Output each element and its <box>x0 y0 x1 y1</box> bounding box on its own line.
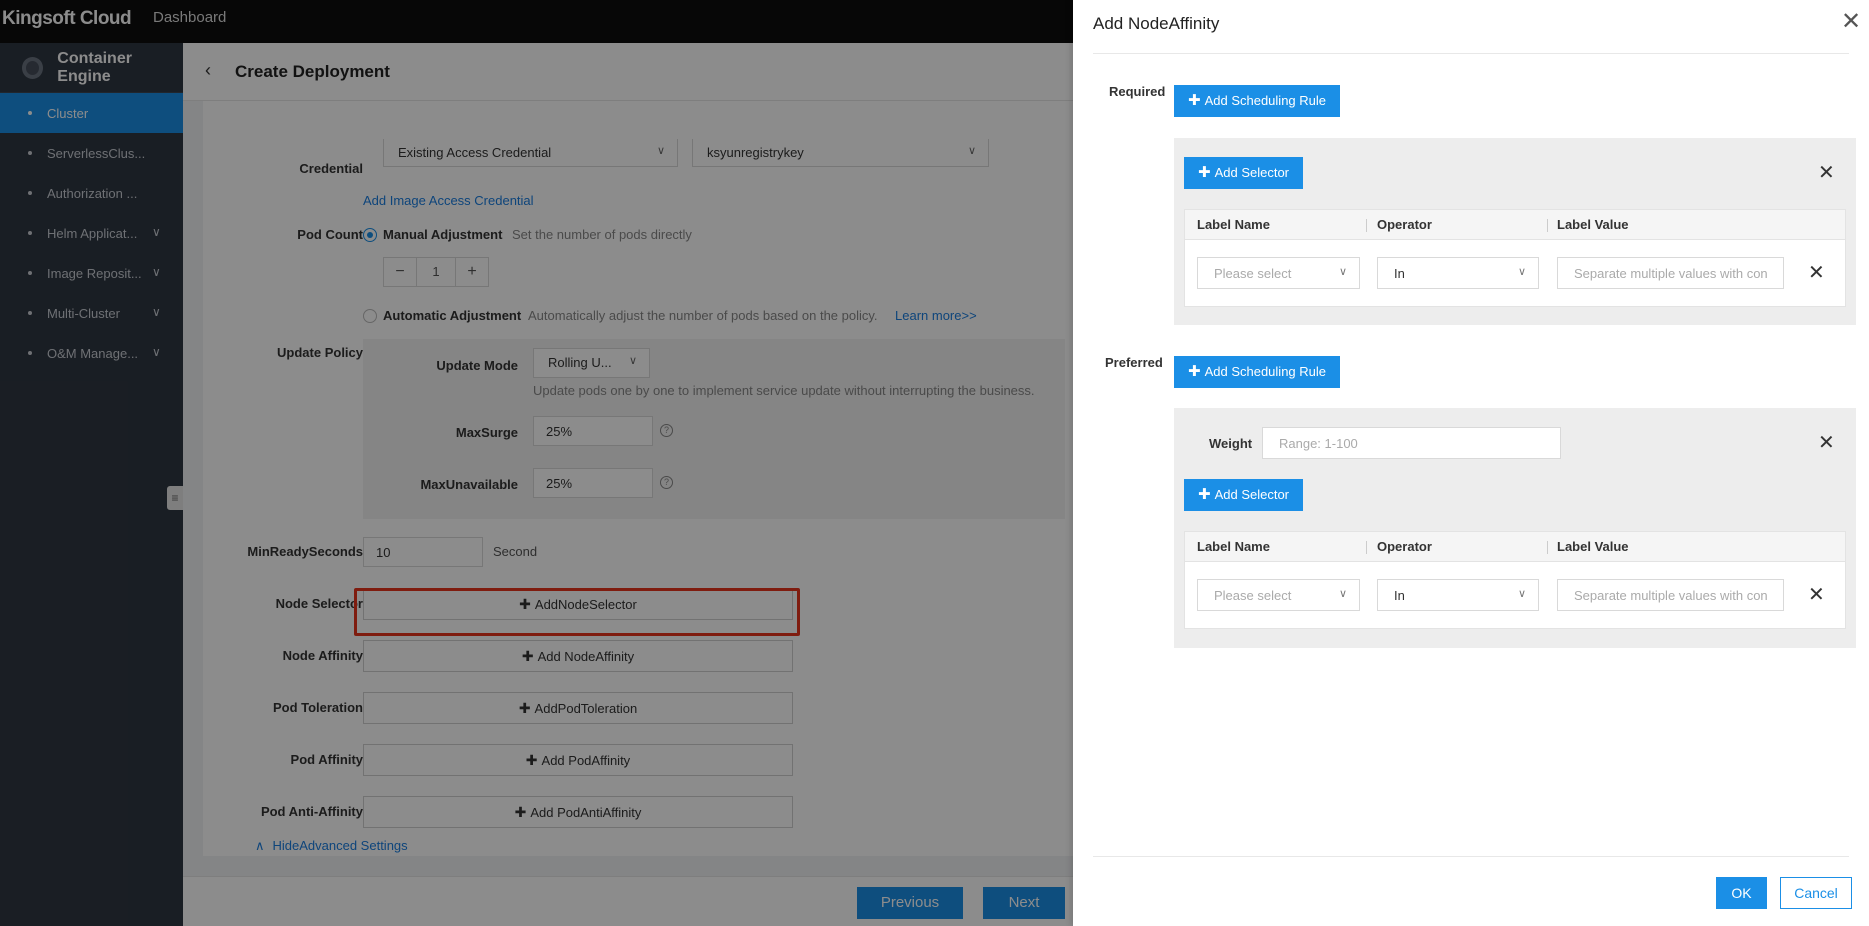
required-label: Required <box>1109 84 1166 99</box>
operator-select[interactable]: In ∨ <box>1377 579 1539 611</box>
delete-rule-icon[interactable]: ✕ <box>1818 433 1835 453</box>
column-divider <box>1547 541 1548 554</box>
chevron-down-icon: ∨ <box>1517 588 1526 600</box>
table-header: Label Name Operator Label Value <box>1185 210 1845 240</box>
weight-input[interactable]: Range: 1-100 <box>1262 427 1561 459</box>
drawer-title: Add NodeAffinity <box>1093 14 1220 33</box>
selector-table: Label Name Operator Label Value Please s… <box>1184 209 1846 307</box>
add-required-rule-button[interactable]: ✚ Add Scheduling Rule <box>1174 85 1340 117</box>
column-operator: Operator <box>1377 539 1432 554</box>
delete-rule-icon[interactable]: ✕ <box>1818 163 1835 183</box>
close-icon[interactable]: ✕ <box>1841 10 1861 34</box>
column-divider <box>1547 219 1548 232</box>
delete-selector-icon[interactable]: ✕ <box>1808 263 1825 283</box>
add-selector-button[interactable]: ✚ Add Selector <box>1184 479 1304 511</box>
label-value-input[interactable]: Separate multiple values with con <box>1557 579 1784 611</box>
button-label: Add Scheduling Rule <box>1204 93 1326 108</box>
chevron-down-icon: ∨ <box>1338 266 1347 278</box>
divider <box>1093 856 1849 857</box>
plus-icon: ✚ <box>1198 486 1211 503</box>
column-divider <box>1366 541 1367 554</box>
selector-table: Label Name Operator Label Value Please s… <box>1184 531 1846 629</box>
plus-icon: ✚ <box>1188 92 1201 109</box>
button-label: Add Scheduling Rule <box>1204 364 1326 379</box>
ok-button[interactable]: OK <box>1716 877 1767 909</box>
column-operator: Operator <box>1377 217 1432 232</box>
button-label: Add Selector <box>1214 165 1290 180</box>
chevron-down-icon: ∨ <box>1517 266 1526 278</box>
add-node-affinity-drawer: Add NodeAffinity ✕ Required ✚ Add Schedul… <box>1073 0 1869 926</box>
operator-select[interactable]: In ∨ <box>1377 257 1539 289</box>
divider <box>1093 53 1849 54</box>
select-value: In <box>1394 266 1405 281</box>
label-name-select[interactable]: Please select ∨ <box>1197 257 1360 289</box>
column-label-name: Label Name <box>1197 217 1270 232</box>
column-label-value: Label Value <box>1557 539 1629 554</box>
add-selector-button[interactable]: ✚ Add Selector <box>1184 157 1304 189</box>
add-preferred-rule-button[interactable]: ✚ Add Scheduling Rule <box>1174 356 1340 388</box>
label-name-select[interactable]: Please select ∨ <box>1197 579 1360 611</box>
column-divider <box>1366 219 1367 232</box>
label-value-input[interactable]: Separate multiple values with con <box>1557 257 1784 289</box>
select-placeholder: Please select <box>1214 588 1292 603</box>
cancel-button[interactable]: Cancel <box>1780 877 1852 909</box>
delete-selector-icon[interactable]: ✕ <box>1808 585 1825 605</box>
plus-icon: ✚ <box>1188 363 1201 380</box>
weight-label: Weight <box>1209 436 1253 451</box>
button-label: Add Selector <box>1214 487 1290 502</box>
preferred-rule-box: Weight Range: 1-100 ✕ ✚ Add Selector Labe… <box>1174 408 1856 648</box>
column-label-value: Label Value <box>1557 217 1629 232</box>
select-placeholder: Please select <box>1214 266 1292 281</box>
select-value: In <box>1394 588 1405 603</box>
table-header: Label Name Operator Label Value <box>1185 532 1845 562</box>
preferred-label: Preferred <box>1105 355 1163 370</box>
required-rule-box: ✚ Add Selector ✕ Label Name Operator Labe… <box>1174 138 1856 325</box>
plus-icon: ✚ <box>1198 164 1211 181</box>
column-label-name: Label Name <box>1197 539 1270 554</box>
chevron-down-icon: ∨ <box>1338 588 1347 600</box>
